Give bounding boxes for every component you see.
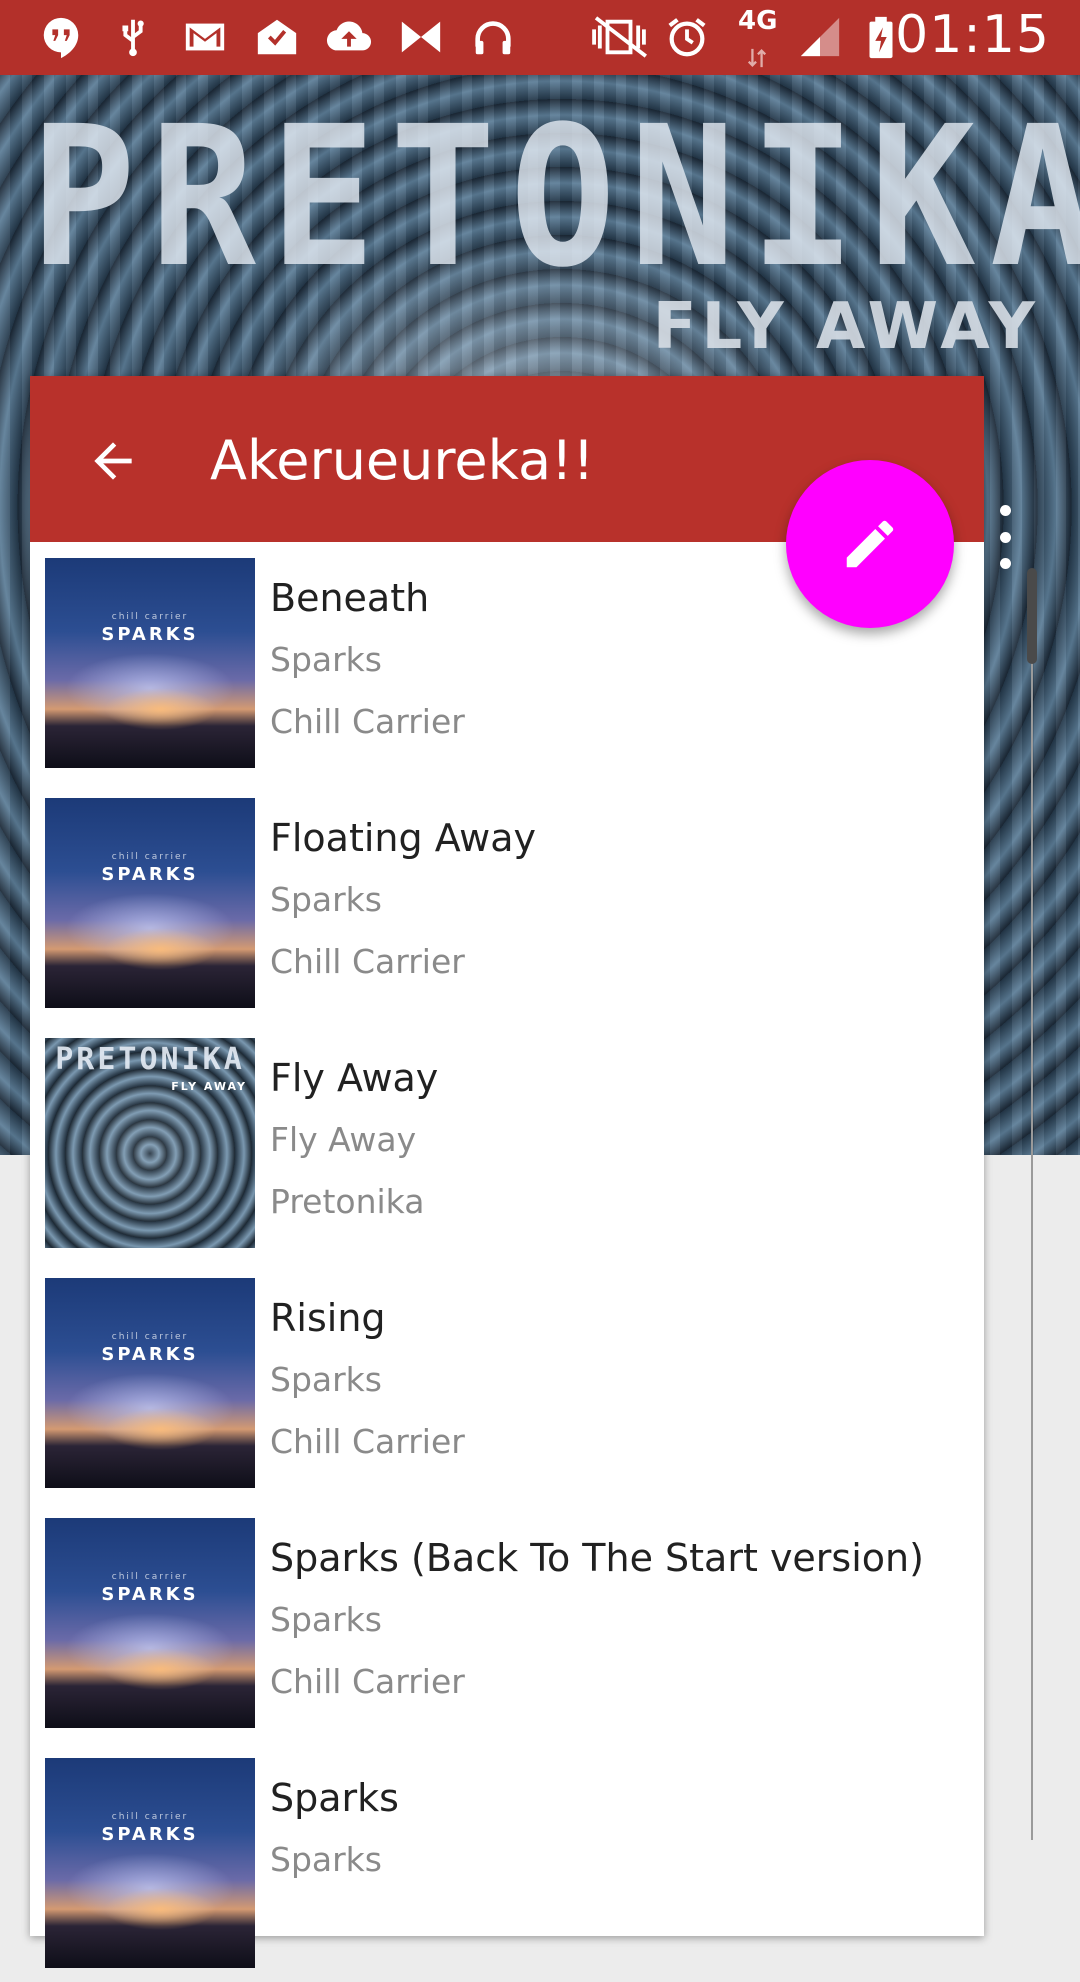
album-art-thumbnail: chill carrier SPARKS (45, 1278, 255, 1488)
artwork-title: PRETONIKA (30, 84, 1080, 311)
cloud-upload-icon (324, 12, 374, 62)
hangouts-icon (36, 12, 86, 62)
playlist-card: Akerueureka!! chill carrier SPARKS Benea… (30, 376, 984, 1968)
thumb-label-small: chill carrier (111, 852, 189, 862)
song-album: Sparks (270, 1600, 382, 1639)
song-row[interactable]: chill carrier SPARKS Rising Sparks Chill… (30, 1262, 984, 1502)
status-bar: 4G 01:15 (0, 0, 1080, 75)
thumb-label-small: chill carrier (111, 1572, 189, 1582)
edit-fab-button[interactable] (786, 460, 954, 628)
song-row[interactable]: PRETONIKA FLY AWAY Fly Away Fly Away Pre… (30, 1022, 984, 1262)
song-artist: Chill Carrier (270, 1422, 465, 1461)
song-title: Rising (270, 1296, 386, 1340)
song-title: Beneath (270, 576, 430, 620)
scrollbar-thumb[interactable] (1027, 568, 1037, 664)
song-album: Sparks (270, 880, 382, 919)
thumb-label-small: FLY AWAY (171, 1080, 247, 1093)
playlist-title: Akerueureka!! (210, 429, 595, 492)
headphones-icon (468, 12, 518, 62)
thumb-label-small: chill carrier (111, 1332, 189, 1342)
song-artist: Pretonika (270, 1182, 425, 1221)
arrow-back-icon (94, 442, 132, 480)
song-title: Sparks (Back To The Start version) (270, 1536, 924, 1580)
thumb-label: SPARKS (101, 624, 199, 645)
thumb-label-small: chill carrier (111, 1812, 189, 1822)
mail-check-icon (252, 12, 302, 62)
overflow-menu-icon[interactable] (990, 505, 1020, 569)
gmail-icon (180, 12, 230, 62)
pencil-icon (846, 520, 894, 568)
thumb-label-small: chill carrier (111, 612, 189, 622)
bowtie-icon (396, 12, 446, 62)
song-album: Fly Away (270, 1120, 417, 1159)
clock: 01:15 (895, 5, 1050, 65)
data-arrows-icon (745, 46, 769, 70)
thumb-label: SPARKS (101, 864, 199, 885)
song-title: Sparks (270, 1776, 399, 1820)
song-artist: Chill Carrier (270, 702, 465, 741)
thumb-label: PRETONIKA (55, 1042, 245, 1077)
network-type: 4G (738, 6, 778, 36)
song-row[interactable]: chill carrier SPARKS Sparks Sparks (30, 1742, 984, 1982)
song-title: Fly Away (270, 1056, 439, 1100)
album-art-thumbnail: chill carrier SPARKS (45, 1518, 255, 1728)
song-album: Sparks (270, 640, 382, 679)
song-list: chill carrier SPARKS Beneath Sparks Chil… (30, 542, 984, 1982)
song-artist: Chill Carrier (270, 1662, 465, 1701)
thumb-label: SPARKS (101, 1824, 199, 1845)
artwork-subtitle: FLY AWAY (652, 290, 1040, 364)
song-row[interactable]: chill carrier SPARKS Sparks (Back To The… (30, 1502, 984, 1742)
song-row[interactable]: chill carrier SPARKS Floating Away Spark… (30, 782, 984, 1022)
album-art-thumbnail: chill carrier SPARKS (45, 1758, 255, 1968)
back-button[interactable] (78, 426, 148, 496)
song-title: Floating Away (270, 816, 536, 860)
album-art-thumbnail: chill carrier SPARKS (45, 798, 255, 1008)
thumb-label: SPARKS (101, 1344, 199, 1365)
song-album: Sparks (270, 1360, 382, 1399)
song-album: Sparks (270, 1840, 382, 1879)
thumb-label: SPARKS (101, 1584, 199, 1605)
signal-icon (795, 12, 845, 62)
song-artist: Chill Carrier (270, 942, 465, 981)
album-art-thumbnail: chill carrier SPARKS (45, 558, 255, 768)
usb-icon (108, 12, 158, 62)
alarm-icon (662, 12, 712, 62)
mute-vibrate-icon (586, 12, 652, 62)
scrollbar-track[interactable] (1031, 570, 1033, 1840)
album-art-thumbnail: PRETONIKA FLY AWAY (45, 1038, 255, 1248)
